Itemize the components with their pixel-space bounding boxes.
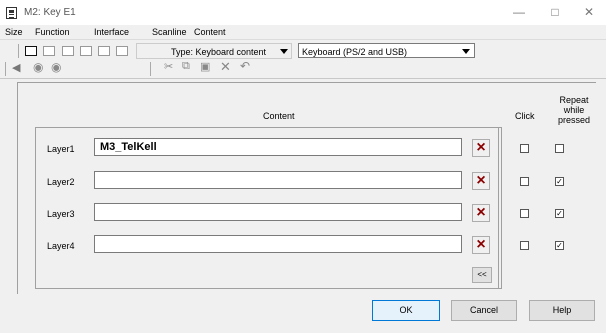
chevron-down-icon xyxy=(280,49,288,54)
layer-label: Layer4 xyxy=(47,241,75,251)
layer-label: Layer3 xyxy=(47,209,75,219)
menu-content[interactable]: Content xyxy=(194,27,226,37)
speaker-icon: ◀ xyxy=(12,62,21,74)
menu-scanline[interactable]: Scanline xyxy=(152,27,187,37)
layout-grid-icon[interactable] xyxy=(98,46,110,56)
cut-icon: ✂ xyxy=(164,61,174,73)
menu-function[interactable]: Function xyxy=(35,27,70,37)
layer-label: Layer1 xyxy=(47,144,75,154)
layout-single-icon[interactable] xyxy=(25,46,37,56)
chevron-down-icon xyxy=(462,49,470,54)
x-icon[interactable]: × xyxy=(472,204,490,222)
cancel-button[interactable]: Cancel xyxy=(451,300,517,321)
help-button[interactable]: Help xyxy=(529,300,595,321)
layer2-input[interactable] xyxy=(94,171,462,189)
repeat-checkbox[interactable]: ✓ xyxy=(555,241,564,250)
paste-icon: ▣ xyxy=(200,61,211,73)
click-checkbox[interactable] xyxy=(520,144,529,153)
click-checkbox[interactable] xyxy=(520,177,529,186)
toolbar-separator xyxy=(18,44,19,58)
window-title: M2: Key E1 xyxy=(24,7,76,18)
copy-icon: ⧉ xyxy=(182,60,190,72)
layout-two-icon[interactable] xyxy=(43,46,55,56)
layout-wide-icon[interactable] xyxy=(116,46,128,56)
minimize-button[interactable]: — xyxy=(509,5,529,20)
menu-bar xyxy=(0,25,606,39)
repeat-header: Repeat while pressed xyxy=(557,95,591,125)
x-icon[interactable]: × xyxy=(472,172,490,190)
menu-interface[interactable]: Interface xyxy=(94,27,129,37)
toolbar-separator xyxy=(150,62,151,76)
menu-size[interactable]: Size xyxy=(5,27,23,37)
undo-icon: ↶ xyxy=(240,59,251,73)
clock-icon: ◉ xyxy=(33,60,44,74)
ok-button[interactable]: OK xyxy=(372,300,440,321)
content-header: Content xyxy=(263,111,295,121)
x-icon[interactable]: × xyxy=(472,139,490,157)
click-header: Click xyxy=(515,111,535,121)
timer-icon: ◉ xyxy=(51,60,62,74)
click-checkbox[interactable] xyxy=(520,241,529,250)
keyboard-type-value: Keyboard (PS/2 and USB) xyxy=(302,47,408,57)
layer1-input[interactable]: M3_TelKell xyxy=(94,138,462,156)
layer-label: Layer2 xyxy=(47,177,75,187)
column-separator xyxy=(498,127,499,289)
x-icon[interactable]: × xyxy=(472,236,490,254)
close-button[interactable]: ✕ xyxy=(579,5,599,20)
toolbar-separator xyxy=(5,62,6,76)
layer3-input[interactable] xyxy=(94,203,462,221)
layout-four-icon[interactable] xyxy=(80,46,92,56)
repeat-checkbox[interactable]: ✓ xyxy=(555,177,564,186)
repeat-checkbox[interactable]: ✓ xyxy=(555,209,564,218)
type-label: Type: Keyboard content xyxy=(171,47,267,57)
app-icon xyxy=(6,7,17,19)
layer4-input[interactable] xyxy=(94,235,462,253)
click-checkbox[interactable] xyxy=(520,209,529,218)
layout-three-icon[interactable] xyxy=(62,46,74,56)
collapse-button[interactable]: << xyxy=(472,267,492,283)
maximize-button[interactable]: □ xyxy=(545,5,565,20)
repeat-checkbox[interactable] xyxy=(555,144,564,153)
delete-icon: ✕ xyxy=(220,59,231,74)
